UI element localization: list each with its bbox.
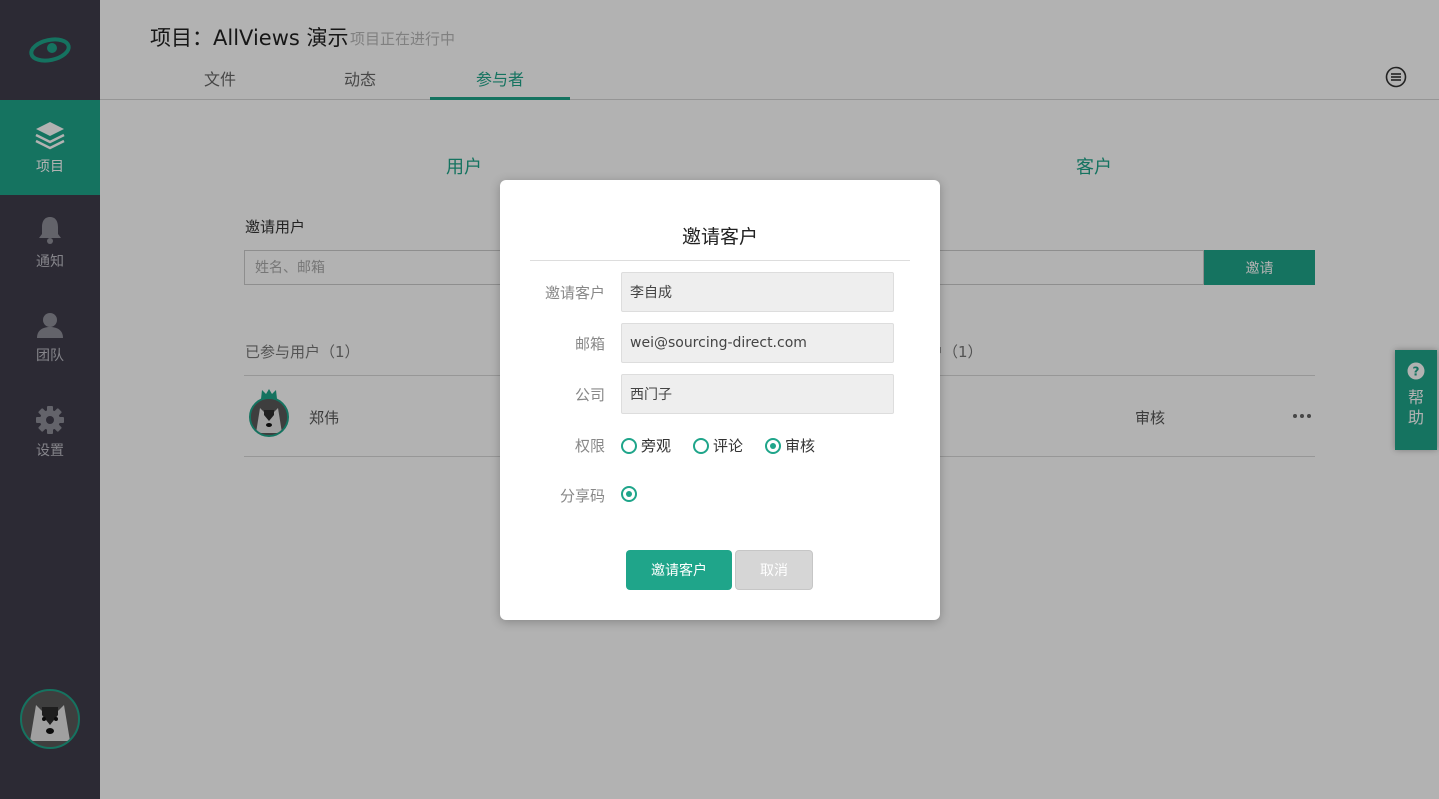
radio-label: 旁观: [641, 437, 672, 455]
dialog-title: 邀请客户: [681, 226, 758, 248]
permission-radio-group: 旁观 评论 审核: [621, 435, 815, 456]
invite-client-dialog: 邀请客户 邀请客户 邮箱 公司 权限 旁观 评论 审核 分享码 邀请客户 取消: [500, 180, 940, 620]
client-name-field[interactable]: [621, 272, 894, 312]
company-label: 公司: [574, 386, 605, 404]
permission-radio-comment[interactable]: 评论: [693, 435, 743, 456]
radio-checked-icon: [765, 437, 782, 454]
permission-label: 权限: [574, 437, 605, 455]
invite-client-button[interactable]: 邀请客户: [626, 550, 732, 590]
divider: [530, 260, 910, 261]
radio-icon: [693, 437, 710, 454]
client-name-label: 邀请客户: [544, 284, 605, 302]
radio-icon: [621, 437, 637, 454]
cancel-button[interactable]: 取消: [735, 550, 813, 590]
radio-label: 评论: [713, 437, 744, 455]
share-code-radio[interactable]: [621, 486, 637, 502]
share-code-label: 分享码: [559, 487, 605, 505]
permission-radio-review[interactable]: 审核: [765, 435, 815, 456]
company-field[interactable]: [621, 374, 894, 414]
radio-label: 审核: [785, 437, 816, 455]
email-label: 邮箱: [574, 335, 605, 353]
email-field[interactable]: [621, 323, 894, 363]
permission-radio-observe[interactable]: 旁观: [621, 435, 671, 456]
